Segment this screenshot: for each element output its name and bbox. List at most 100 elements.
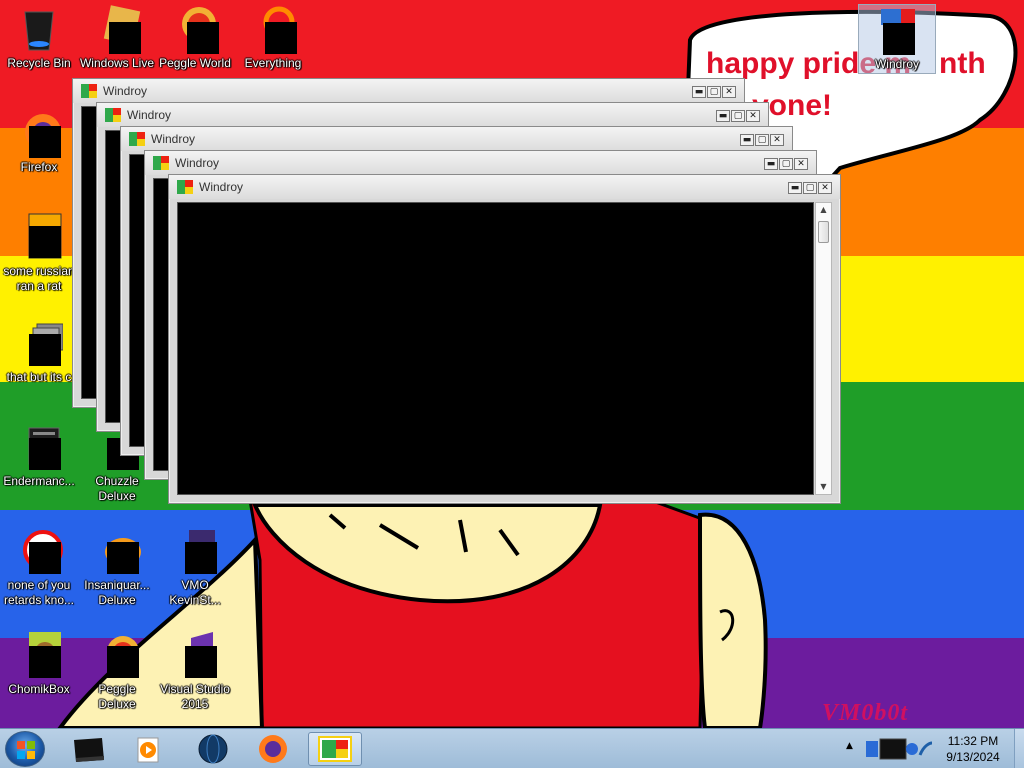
windroy-icon <box>318 736 352 762</box>
minimize-button[interactable]: ▬ <box>740 134 754 146</box>
application-icon <box>15 422 63 470</box>
bubble-text-line1: happy pride m nth <box>706 47 986 80</box>
firefox-icon <box>15 108 63 158</box>
everything-search-icon <box>249 4 297 54</box>
desktop-icon-that-but-its[interactable]: that but its c <box>0 318 78 385</box>
desktop-icon-label: Insaniquar... Deluxe <box>84 578 150 607</box>
desktop-icon-label: Windows Live <box>79 56 155 70</box>
start-button[interactable] <box>5 731 45 767</box>
window-titlebar[interactable]: Windroy ▬ ▢ ✕ <box>169 175 840 199</box>
red-circle-icon <box>15 526 63 574</box>
desktop-icon-endermanch[interactable]: Endermanc... <box>0 422 78 489</box>
peggle-world-icon <box>171 4 219 54</box>
desktop-icon-chomikbox[interactable]: ChomikBox <box>0 630 78 697</box>
desktop-icon-label: some russian ran a rat <box>3 264 75 293</box>
windroy-icon <box>153 156 169 170</box>
taskbar-firefox[interactable] <box>246 732 300 766</box>
desktop-icon-label: Recycle Bin <box>7 56 71 70</box>
desktop-icon-some-russian[interactable]: some russian ran a rat <box>0 212 78 294</box>
maximize-button[interactable]: ▢ <box>755 134 769 146</box>
window-titlebar[interactable]: Windroy ▬ ▢ ✕ <box>145 151 816 175</box>
minimize-button[interactable]: ▬ <box>716 110 730 122</box>
window-title: Windroy <box>127 108 172 122</box>
clock-date: 9/13/2024 <box>946 750 1000 764</box>
windroy-icon <box>129 132 145 146</box>
desktop-icon-label: VMO KevinSt... <box>169 578 221 607</box>
desktop-icon-label: Endermanc... <box>3 474 75 488</box>
windows-live-icon <box>93 4 141 54</box>
desktop-icon-firefox[interactable]: Firefox <box>0 108 78 175</box>
window-titlebar[interactable]: Windroy ▬ ▢ ✕ <box>73 79 744 103</box>
window-client-area[interactable] <box>177 202 814 495</box>
desktop-icon-label: Visual Studio 2015 <box>160 682 230 711</box>
desktop-icon-label: Everything <box>244 56 302 70</box>
window-titlebar[interactable]: Windroy ▬ ▢ ✕ <box>97 103 768 127</box>
maximize-button[interactable]: ▢ <box>779 158 793 170</box>
desktop-icon-label: Peggle World <box>159 56 231 70</box>
maximize-button[interactable]: ▢ <box>803 182 817 194</box>
taskbar-media-player[interactable] <box>122 732 176 766</box>
window-title: Windroy <box>151 132 196 146</box>
desktop-icon-label: Firefox <box>20 160 58 174</box>
windroy-icon <box>105 108 121 122</box>
close-button[interactable]: ✕ <box>746 110 760 122</box>
taskbar-windroy[interactable] <box>308 732 362 766</box>
vertical-scrollbar[interactable]: ▲ ▼ <box>815 202 832 495</box>
desktop-icon-peggle-world[interactable]: Peggle World <box>156 4 234 71</box>
tray-expand-arrow-icon[interactable]: ▲ <box>846 741 853 751</box>
recycle-bin-icon <box>15 4 63 52</box>
wallpaper-signature: VM0b0t <box>822 700 909 726</box>
desktop-icon-peggle-deluxe[interactable]: Peggle Deluxe <box>78 630 156 712</box>
globe-browser-icon <box>198 734 228 764</box>
shortcut-icon <box>15 212 63 260</box>
taskbar-globe-browser[interactable] <box>186 732 240 766</box>
window-title: Windroy <box>199 180 244 194</box>
desktop-icon-vmo[interactable]: VMO KevinSt... <box>156 526 234 608</box>
minimize-button[interactable]: ▬ <box>692 86 706 98</box>
windroy-window-5[interactable]: Windroy ▬ ▢ ✕ ▲ ▼ <box>168 174 841 504</box>
close-button[interactable]: ✕ <box>770 134 784 146</box>
taskbar-clock[interactable]: 11:32 PM 9/13/2024 <box>932 733 1014 765</box>
window-title: Windroy <box>175 156 220 170</box>
taskbar: ▲ 11:32 PM 9/13/2024 <box>0 728 1024 768</box>
taskbar-media-center[interactable] <box>62 732 116 766</box>
desktop-icon-insaniquarium[interactable]: Insaniquar... Deluxe <box>78 526 156 608</box>
desktop-icon-label: none of you retards kno... <box>3 578 75 607</box>
vmo-icon <box>171 526 219 574</box>
desktop-icon-label: that but its c <box>6 370 72 384</box>
desktop-icon-recycle-bin[interactable]: Recycle Bin <box>0 4 78 71</box>
desktop-icon-label: Windroy <box>874 57 919 71</box>
scroll-up-arrow-icon[interactable]: ▲ <box>816 203 831 217</box>
desktop-icon-visual-studio[interactable]: Visual Studio 2015 <box>156 630 234 712</box>
minimize-button[interactable]: ▬ <box>764 158 778 170</box>
scrollbar-thumb[interactable] <box>818 221 829 243</box>
close-button[interactable]: ✕ <box>722 86 736 98</box>
desktop-icon-label: Peggle Deluxe <box>98 682 136 711</box>
visual-studio-icon <box>171 630 219 678</box>
window-titlebar[interactable]: Windroy ▬ ▢ ✕ <box>121 127 792 151</box>
close-button[interactable]: ✕ <box>818 182 832 194</box>
desktop-icon-everything[interactable]: Everything <box>234 4 312 71</box>
chomikbox-icon <box>15 630 63 678</box>
desktop-icon-windroy[interactable]: Windroy <box>858 4 936 74</box>
desktop-icon-windows-live[interactable]: Windows Live <box>78 4 156 71</box>
minimize-button[interactable]: ▬ <box>788 182 802 194</box>
show-desktop-button[interactable] <box>1014 729 1024 768</box>
insaniquarium-icon <box>93 526 141 574</box>
peggle-deluxe-icon <box>93 630 141 678</box>
tray-icons[interactable] <box>862 733 922 767</box>
firefox-icon <box>259 735 287 763</box>
folder-stack-icon <box>15 318 64 366</box>
clock-time: 11:32 PM <box>947 734 999 748</box>
maximize-button[interactable]: ▢ <box>731 110 745 122</box>
maximize-button[interactable]: ▢ <box>707 86 721 98</box>
windroy-icon <box>873 5 921 55</box>
close-button[interactable]: ✕ <box>794 158 808 170</box>
windows-logo-icon <box>17 741 35 759</box>
media-player-icon <box>137 737 159 763</box>
scroll-down-arrow-icon[interactable]: ▼ <box>816 480 831 494</box>
windroy-icon <box>177 180 193 194</box>
windroy-icon <box>81 84 97 98</box>
desktop-icon-none-of-you[interactable]: none of you retards kno... <box>0 526 78 608</box>
media-center-icon <box>74 738 104 762</box>
